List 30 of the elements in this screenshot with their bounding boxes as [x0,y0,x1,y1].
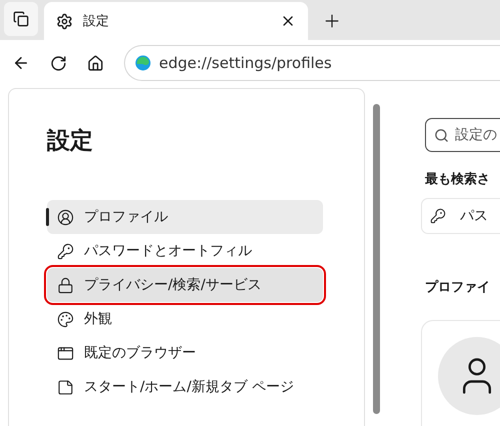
sidebar-item[interactable]: プライバシー/検索/サービス [47,268,323,302]
section-heading: 最も検索さ [425,170,491,188]
tabs-icon [13,11,29,27]
key-icon [57,242,74,260]
refresh-icon[interactable] [50,54,67,72]
browser-logo-icon [135,55,151,71]
address-field[interactable]: edge://settings/profiles [124,45,500,81]
sidebar-item[interactable]: プロファイル [47,200,323,234]
selection-indicator [46,208,49,226]
key-icon [430,208,446,224]
sidebar-item[interactable]: 外観 [47,302,323,336]
window-icon [57,344,74,362]
browser-tab[interactable]: 設定 [44,2,308,40]
sidebar-title: 設定 [47,127,94,156]
search-suggestion[interactable]: パス [421,198,500,234]
sidebar-item[interactable]: スタート/ホーム/新規タブ ページ [47,370,323,404]
section-heading: プロファイ [425,278,491,296]
profile-icon [57,208,74,226]
sidebar-item[interactable]: 既定のブラウザー [47,336,323,370]
back-icon[interactable] [12,54,30,72]
tab-title: 設定 [83,13,110,30]
search-icon [434,128,449,142]
search-field[interactable]: 設定の [425,118,500,152]
palette-icon [57,310,74,328]
tab-actions-button[interactable] [4,2,38,36]
page-icon [57,378,74,396]
lock-icon [57,276,74,294]
home-icon[interactable] [87,54,104,72]
settings-icon [56,12,73,30]
sidebar-item[interactable]: パスワードとオートフィル [47,234,323,268]
